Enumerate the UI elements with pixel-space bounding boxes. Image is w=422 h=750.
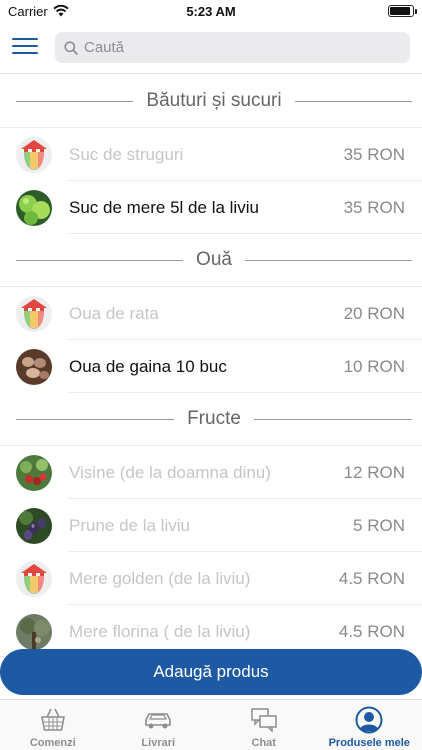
search-icon xyxy=(64,40,78,55)
product-row[interactable]: Mere florina ( de la liviu) 4.5 RON xyxy=(0,605,422,650)
product-thumbnail xyxy=(16,189,52,226)
product-row[interactable]: Mere golden (de la liviu) 4.5 RON xyxy=(0,552,422,605)
battery-level xyxy=(390,7,410,15)
product-list[interactable]: Băuturi și sucuri Suc de struguri 35 RON Su… xyxy=(0,75,422,650)
search-bar[interactable] xyxy=(55,32,410,63)
basket-icon xyxy=(38,706,68,734)
product-row[interactable]: Suc de mere 5l de la liviu 35 RON xyxy=(0,181,422,234)
car-icon xyxy=(143,706,173,734)
product-thumbnail xyxy=(16,613,52,650)
section-title: Ouă xyxy=(196,249,232,270)
tab-label: Produsele mele xyxy=(328,737,410,749)
divider xyxy=(16,100,134,102)
product-name: Mere golden (de la liviu) xyxy=(69,568,251,588)
product-name: Suc de mere 5l de la liviu xyxy=(69,197,259,217)
tab-bar: Comenzi Livrari Chat Produsele mele xyxy=(0,699,422,750)
section-header: Fructe xyxy=(0,393,422,446)
tab-label: Livrari xyxy=(141,737,176,749)
product-row[interactable]: Oua de gaina 10 buc 10 RON xyxy=(0,340,422,393)
divider xyxy=(16,259,184,261)
add-product-button[interactable]: Adaugă produs xyxy=(0,649,422,695)
section-title: Fructe xyxy=(187,408,241,429)
chat-icon xyxy=(249,706,279,734)
tab-label: Chat xyxy=(251,737,276,749)
product-thumbnail xyxy=(16,136,52,173)
product-row[interactable]: Oua de rata 20 RON xyxy=(0,287,422,340)
product-name: Prune de la liviu xyxy=(69,515,190,535)
product-name: Oua de gaina 10 buc xyxy=(69,356,227,376)
product-name: Suc de struguri xyxy=(69,144,184,164)
product-thumbnail xyxy=(16,507,52,544)
product-price: 35 RON xyxy=(343,197,405,217)
status-bar: Carrier 5:23 AM xyxy=(0,0,422,22)
product-thumbnail xyxy=(16,560,52,597)
battery-icon xyxy=(388,5,417,17)
product-price: 4.5 RON xyxy=(338,621,405,641)
menu-icon xyxy=(12,38,38,40)
tab-chat[interactable]: Chat xyxy=(211,700,317,750)
header xyxy=(0,22,422,74)
section-header: Ouă xyxy=(0,234,422,287)
product-row[interactable]: Suc de struguri 35 RON xyxy=(0,128,422,181)
divider xyxy=(16,418,175,420)
product-row[interactable]: Visine (de la doamna dinu) 12 RON xyxy=(0,446,422,499)
profile-icon xyxy=(354,706,384,734)
tab-comenzi[interactable]: Comenzi xyxy=(0,700,106,750)
product-price: 35 RON xyxy=(343,144,405,164)
menu-button[interactable] xyxy=(12,38,38,58)
tab-label: Comenzi xyxy=(29,737,76,749)
tab-livrari[interactable]: Livrari xyxy=(106,700,212,750)
product-price: 5 RON xyxy=(353,515,405,535)
section-title: Băuturi și sucuri xyxy=(146,90,282,111)
product-thumbnail xyxy=(16,295,52,332)
product-price: 20 RON xyxy=(343,303,405,323)
product-price: 12 RON xyxy=(343,462,405,482)
product-name: Oua de rata xyxy=(69,303,159,323)
product-thumbnail xyxy=(16,454,52,491)
section-header: Băuturi și sucuri xyxy=(0,75,422,128)
product-name: Mere florina ( de la liviu) xyxy=(69,621,251,641)
status-time: 5:23 AM xyxy=(186,3,236,19)
divider xyxy=(294,100,413,102)
product-row[interactable]: Prune de la liviu 5 RON xyxy=(0,499,422,552)
divider xyxy=(244,259,413,261)
divider xyxy=(253,418,413,420)
product-thumbnail xyxy=(16,348,52,385)
product-price: 10 RON xyxy=(343,356,405,376)
tab-produsele-mele[interactable]: Produsele mele xyxy=(317,700,422,750)
product-price: 4.5 RON xyxy=(338,568,405,588)
product-name: Visine (de la doamna dinu) xyxy=(69,462,271,482)
search-input[interactable] xyxy=(84,39,384,56)
